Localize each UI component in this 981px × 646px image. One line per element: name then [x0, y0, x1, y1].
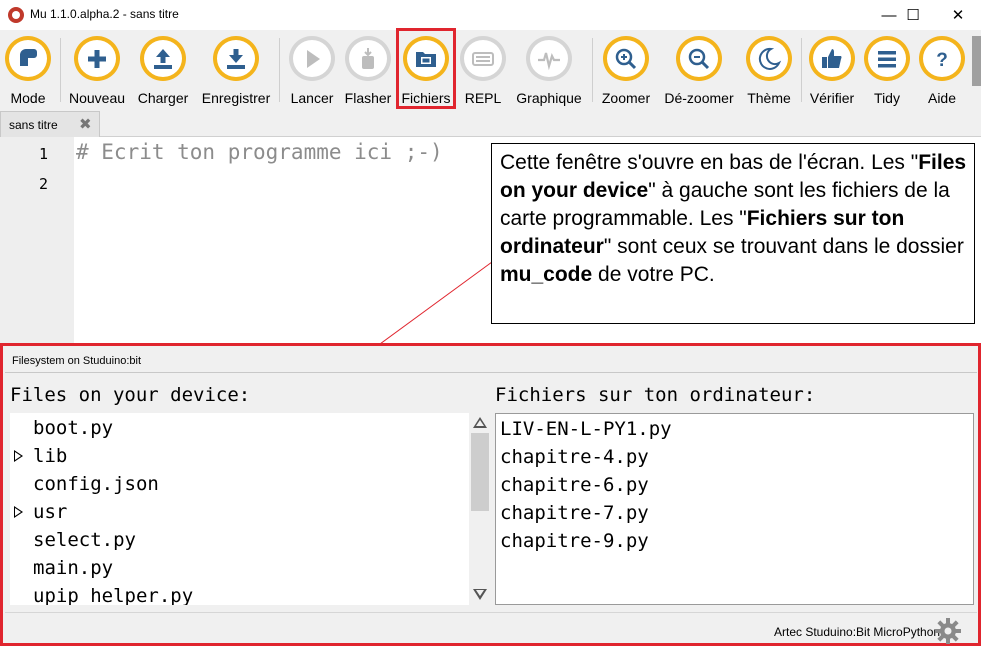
- tidy-icon: [878, 50, 896, 67]
- plotter-icon: [538, 52, 560, 70]
- save-button[interactable]: Enregistrer: [201, 34, 271, 106]
- list-item[interactable]: chapitre-9.py: [500, 530, 649, 552]
- list-item[interactable]: usr: [10, 501, 465, 527]
- filesystem-pane: Filesystem on Studuino:bit Files on your…: [0, 343, 981, 646]
- line-number-gutter: 1 2: [0, 137, 74, 343]
- scroll-thumb[interactable]: [471, 433, 489, 511]
- theme-button[interactable]: Thème: [744, 34, 794, 106]
- filesystem-pane-title: Filesystem on Studuino:bit: [12, 355, 142, 367]
- list-item[interactable]: boot.py: [10, 417, 465, 443]
- zoom-in-icon: [615, 48, 637, 69]
- toolbar-scrollbar[interactable]: [972, 36, 981, 86]
- tab-label: sans titre: [9, 118, 58, 132]
- mode-status-text: Artec Studuino:Bit MicroPython: [774, 625, 941, 639]
- file-name: config.json: [33, 473, 159, 495]
- plus-icon: [88, 49, 106, 68]
- callout-bold-text: mu_code: [500, 263, 593, 286]
- download-icon: [227, 48, 245, 69]
- svg-text:?: ?: [936, 50, 948, 71]
- window-title: Mu 1.1.0.alpha.2 - sans titre: [30, 7, 179, 21]
- check-button[interactable]: Vérifier: [806, 34, 858, 106]
- scroll-up-icon[interactable]: [473, 417, 487, 428]
- mode-icon: [20, 48, 37, 66]
- load-button[interactable]: Charger: [136, 34, 190, 106]
- line-number: 1: [38, 145, 48, 163]
- line-number: 2: [38, 175, 48, 193]
- toolbar-separator: [801, 38, 802, 102]
- toolbar-separator: [279, 38, 280, 102]
- mu-editor-window: Mu 1.1.0.alpha.2 - sans titre — ☐ ✕ Mode…: [0, 0, 981, 646]
- list-item[interactable]: chapitre-7.py: [500, 502, 649, 524]
- list-item[interactable]: chapitre-6.py: [500, 474, 649, 496]
- maximize-button[interactable]: ☐: [890, 0, 936, 30]
- new-button[interactable]: Nouveau: [66, 34, 128, 106]
- list-item[interactable]: select.py: [10, 529, 465, 555]
- device-file-list[interactable]: boot.py lib config.json usr select.py ma…: [10, 413, 469, 605]
- device-list-scrollbar[interactable]: [469, 413, 491, 605]
- code-line: # Ecrit ton programme ici ;-): [76, 140, 443, 164]
- expand-arrow-icon[interactable]: [14, 450, 23, 462]
- flash-button[interactable]: Flasher: [343, 34, 393, 106]
- mode-button[interactable]: Mode: [3, 34, 53, 106]
- tab-bar: sans titre ✖: [0, 111, 981, 137]
- thumbs-up-icon: [822, 48, 842, 68]
- folder-name: lib: [33, 445, 68, 467]
- play-icon: [307, 49, 320, 68]
- help-icon: ?: [936, 50, 948, 71]
- mu-logo-icon: [8, 7, 24, 23]
- close-button[interactable]: ✕: [935, 0, 981, 30]
- keyboard-icon: [472, 51, 494, 66]
- device-files-heading: Files on your device:: [10, 384, 251, 406]
- gear-icon[interactable]: [934, 617, 962, 645]
- annotation-callout: Cette fenêtre s'ouvre en bas de l'écran.…: [491, 143, 975, 324]
- zoom-out-icon: [688, 48, 710, 69]
- callout-text: Cette fenêtre s'ouvre en bas de l'écran.…: [500, 151, 919, 174]
- toolbar-separator: [592, 38, 593, 102]
- divider: [5, 612, 977, 613]
- toolbar-separator: [60, 38, 61, 102]
- upload-icon: [154, 48, 172, 69]
- tab-sans-titre[interactable]: sans titre ✖: [0, 111, 100, 137]
- local-file-list[interactable]: LIV-EN-L-PY1.py chapitre-4.py chapitre-6…: [495, 413, 974, 605]
- callout-text: " sont ceux se trouvant dans le dossier: [603, 235, 964, 258]
- title-bar: Mu 1.1.0.alpha.2 - sans titre — ☐ ✕: [0, 0, 981, 30]
- list-item[interactable]: upip_helper.py: [10, 585, 465, 605]
- plotter-button[interactable]: Graphique: [514, 34, 584, 106]
- run-button[interactable]: Lancer: [287, 34, 337, 106]
- repl-button[interactable]: REPL: [458, 34, 508, 106]
- scroll-down-icon[interactable]: [473, 589, 487, 600]
- list-item[interactable]: lib: [10, 445, 465, 471]
- list-item[interactable]: LIV-EN-L-PY1.py: [500, 418, 672, 440]
- file-name: main.py: [33, 557, 114, 579]
- flash-icon: [362, 47, 374, 69]
- divider: [5, 372, 977, 373]
- folder-name: usr: [33, 501, 68, 523]
- help-button[interactable]: ? Aide: [917, 34, 967, 106]
- zoom-out-button[interactable]: Dé-zoomer: [662, 34, 736, 106]
- callout-text: de votre PC.: [592, 263, 715, 286]
- file-name: upip_helper.py: [33, 585, 194, 605]
- files-button-highlight: [396, 28, 456, 109]
- local-files-heading: Fichiers sur ton ordinateur:: [495, 384, 816, 406]
- toolbar: Mode Nouveau Charger Enregistrer Lancer …: [0, 30, 981, 110]
- expand-arrow-icon[interactable]: [14, 506, 23, 518]
- list-item[interactable]: main.py: [10, 557, 465, 583]
- tidy-button[interactable]: Tidy: [862, 34, 912, 106]
- callout-pointer-line: [379, 261, 493, 345]
- list-item[interactable]: chapitre-4.py: [500, 446, 649, 468]
- file-name: select.py: [33, 529, 136, 551]
- list-item[interactable]: config.json: [10, 473, 465, 499]
- moon-icon: [758, 47, 782, 70]
- tab-close-icon[interactable]: ✖: [79, 115, 92, 133]
- zoom-in-button[interactable]: Zoomer: [600, 34, 652, 106]
- file-name: boot.py: [33, 417, 114, 439]
